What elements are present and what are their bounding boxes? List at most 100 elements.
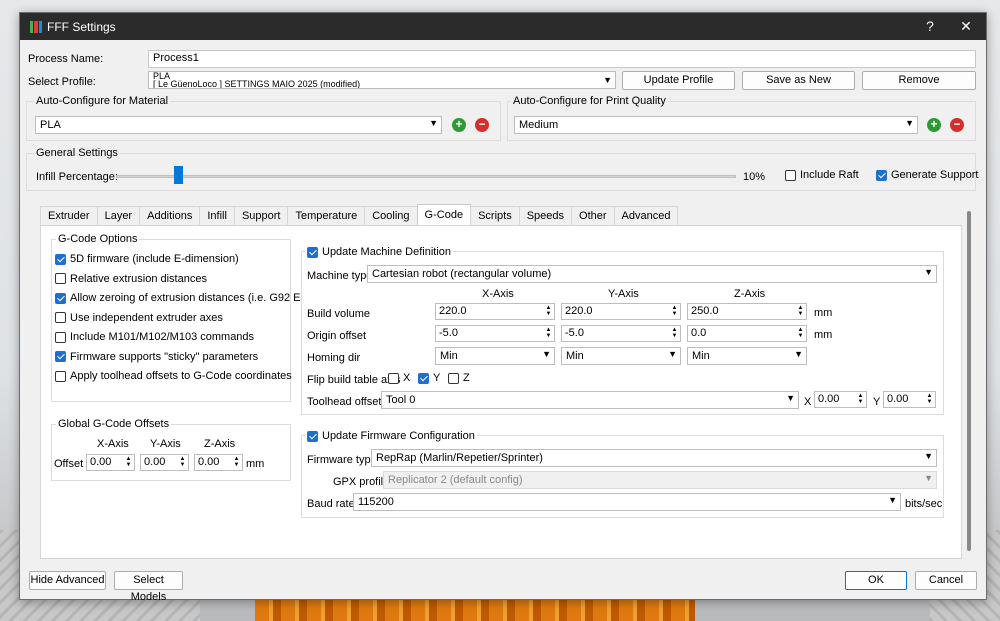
general-settings-title: General Settings — [34, 147, 120, 159]
spinner-arrows-icon[interactable]: ▲ ▼ — [544, 327, 553, 340]
global-offset-z-input[interactable]: 0.00 ▲ ▼ — [194, 454, 243, 471]
select-models-button[interactable]: Select Models — [114, 571, 183, 603]
add-material-icon[interactable]: + — [452, 118, 466, 132]
close-button[interactable]: ✕ — [948, 13, 984, 40]
ok-button[interactable]: OK — [845, 571, 907, 590]
app-icon — [30, 20, 42, 33]
add-quality-icon[interactable]: + — [927, 118, 941, 132]
remove-quality-icon[interactable]: − — [950, 118, 964, 132]
global-offset-y-input[interactable]: 0.00 ▲ ▼ — [140, 454, 189, 471]
spinner-arrows-icon[interactable]: ▲ ▼ — [178, 456, 187, 469]
tab-extruder[interactable]: Extruder — [40, 206, 98, 225]
gcode-option-label: Apply toolhead offsets to G-Code coordin… — [70, 370, 292, 382]
flip-x-checkbox[interactable]: X — [388, 372, 410, 384]
homing-z-combo[interactable]: Min ▼ — [687, 347, 807, 365]
settings-tabs: Extruder Layer Additions Infill Support Tempe… — [40, 204, 679, 226]
firmware-type-combo[interactable]: RepRap (Marlin/Repetier/Sprinter) ▼ — [371, 449, 937, 467]
firmware-type-label: Firmware type — [307, 454, 377, 466]
tab-speeds[interactable]: Speeds — [518, 206, 573, 225]
flip-z-checkbox[interactable]: Z — [448, 372, 470, 384]
baud-rate-combo[interactable]: 115200 ▼ — [353, 493, 901, 511]
gcode-option-checkbox[interactable]: Include M101/M102/M103 commands — [55, 331, 254, 343]
spinner-arrows-icon[interactable]: ▲ ▼ — [670, 327, 679, 340]
update-profile-button[interactable]: Update Profile — [622, 71, 735, 90]
infill-slider-handle[interactable] — [174, 166, 183, 184]
generate-support-checkbox[interactable]: Generate Support — [876, 169, 978, 181]
tab-scripts[interactable]: Scripts — [470, 206, 520, 225]
homing-x-combo[interactable]: Min ▼ — [435, 347, 555, 365]
toolhead-combo[interactable]: Tool 0 ▼ — [381, 391, 799, 409]
tab-g-code[interactable]: G-Code — [416, 204, 472, 225]
origin-offset-x-input[interactable]: -5.0 ▲ ▼ — [435, 325, 555, 342]
spinner-arrows-icon[interactable]: ▲ ▼ — [796, 305, 805, 318]
gcode-option-checkbox[interactable]: Firmware supports "sticky" parameters — [55, 351, 258, 363]
help-button[interactable]: ? — [912, 13, 948, 40]
spinner-arrows-icon[interactable]: ▲ ▼ — [124, 456, 133, 469]
gcode-option-label: Include M101/M102/M103 commands — [70, 331, 255, 343]
spinner-arrows-icon[interactable]: ▲ ▼ — [796, 327, 805, 340]
toolhead-y-input[interactable]: 0.00 ▲ ▼ — [883, 391, 936, 408]
tab-support[interactable]: Support — [233, 206, 289, 225]
global-offsets-group — [51, 424, 291, 481]
material-combo[interactable]: PLA ▼ — [35, 116, 442, 134]
toolhead-x-input[interactable]: 0.00 ▲ ▼ — [814, 391, 867, 408]
build-volume-z-input[interactable]: 250.0 ▲ ▼ — [687, 303, 807, 320]
tab-temperature[interactable]: Temperature — [287, 206, 366, 225]
infill-slider-track[interactable] — [116, 175, 736, 178]
flip-z-label: Z — [463, 372, 470, 384]
spinner-arrows-icon[interactable]: ▲ ▼ — [544, 305, 553, 318]
include-raft-checkbox[interactable]: Include Raft — [785, 169, 859, 181]
gcode-option-checkbox[interactable]: Relative extrusion distances — [55, 273, 207, 285]
global-y-axis-header: Y-Axis — [150, 438, 181, 450]
global-offset-x-input[interactable]: 0.00 ▲ ▼ — [86, 454, 135, 471]
origin-offset-y-input[interactable]: -5.0 ▲ ▼ — [561, 325, 681, 342]
tab-other[interactable]: Other — [571, 206, 615, 225]
toolhead-x-label: X — [804, 396, 812, 408]
gcode-option-checkbox[interactable]: 5D firmware (include E-dimension) — [55, 253, 239, 265]
tab-infill[interactable]: Infill — [199, 206, 235, 225]
global-offset-unit: mm — [246, 458, 265, 470]
cancel-button[interactable]: Cancel — [915, 571, 977, 590]
gcode-option-checkbox[interactable]: Apply toolhead offsets to G-Code coordin… — [55, 370, 292, 382]
baud-rate-value: 115200 — [358, 496, 394, 508]
spinner-arrows-icon[interactable]: ▲ ▼ — [670, 305, 679, 318]
gcode-option-box — [55, 370, 66, 382]
machine-y-axis-header: Y-Axis — [608, 288, 639, 300]
save-as-new-button[interactable]: Save as New — [742, 71, 855, 90]
flip-x-label: X — [403, 372, 411, 384]
machine-type-combo[interactable]: Cartesian robot (rectangular volume) ▼ — [367, 265, 937, 283]
build-volume-x-input[interactable]: 220.0 ▲ ▼ — [435, 303, 555, 320]
process-name-input[interactable]: Process1 — [148, 50, 976, 68]
origin-offset-unit: mm — [814, 329, 833, 341]
tab-additions[interactable]: Additions — [139, 206, 201, 225]
panel-scrollbar[interactable] — [967, 211, 971, 551]
spinner-arrows-icon[interactable]: ▲ ▼ — [232, 456, 241, 469]
gcode-option-checkbox[interactable]: Allow zeroing of extrusion distances (i.… — [55, 292, 310, 304]
flip-y-checkbox[interactable]: Y — [418, 372, 440, 384]
baud-rate-label: Baud rate — [307, 498, 355, 510]
flip-y-box — [418, 372, 429, 384]
homing-y-combo[interactable]: Min ▼ — [561, 347, 681, 365]
tab-advanced[interactable]: Advanced — [613, 206, 679, 225]
origin-offset-z-input[interactable]: 0.0 ▲ ▼ — [687, 325, 807, 342]
remove-button[interactable]: Remove — [862, 71, 976, 90]
spinner-arrows-icon[interactable]: ▲ ▼ — [856, 393, 865, 406]
remove-material-icon[interactable]: − — [475, 118, 489, 132]
quality-group-title: Auto-Configure for Print Quality — [511, 95, 668, 107]
global-x-axis-header: X-Axis — [97, 438, 129, 450]
chevron-down-icon: ▼ — [924, 473, 933, 483]
gcode-option-label: Use independent extruder axes — [70, 311, 223, 324]
update-machine-definition-checkbox[interactable]: Update Machine Definition — [305, 246, 454, 258]
quality-combo[interactable]: Medium ▼ — [514, 116, 918, 134]
hide-advanced-button[interactable]: Hide Advanced — [29, 571, 106, 590]
tab-layer[interactable]: Layer — [96, 206, 141, 225]
gcode-option-checkbox[interactable]: Use independent extruder axes — [55, 312, 223, 324]
spinner-arrows-icon[interactable]: ▲ ▼ — [925, 393, 934, 406]
chevron-down-icon: ▼ — [905, 118, 914, 128]
generate-support-label: Generate Support — [891, 169, 979, 181]
tab-cooling[interactable]: Cooling — [364, 206, 418, 225]
update-firmware-checkbox[interactable]: Update Firmware Configuration — [305, 430, 477, 442]
build-volume-z-value: 250.0 — [691, 305, 719, 317]
build-volume-y-input[interactable]: 220.0 ▲ ▼ — [561, 303, 681, 320]
select-profile-combo[interactable]: PLA [ Le GüenoLoco ] SETTINGS MAIO 2025 … — [148, 71, 616, 89]
